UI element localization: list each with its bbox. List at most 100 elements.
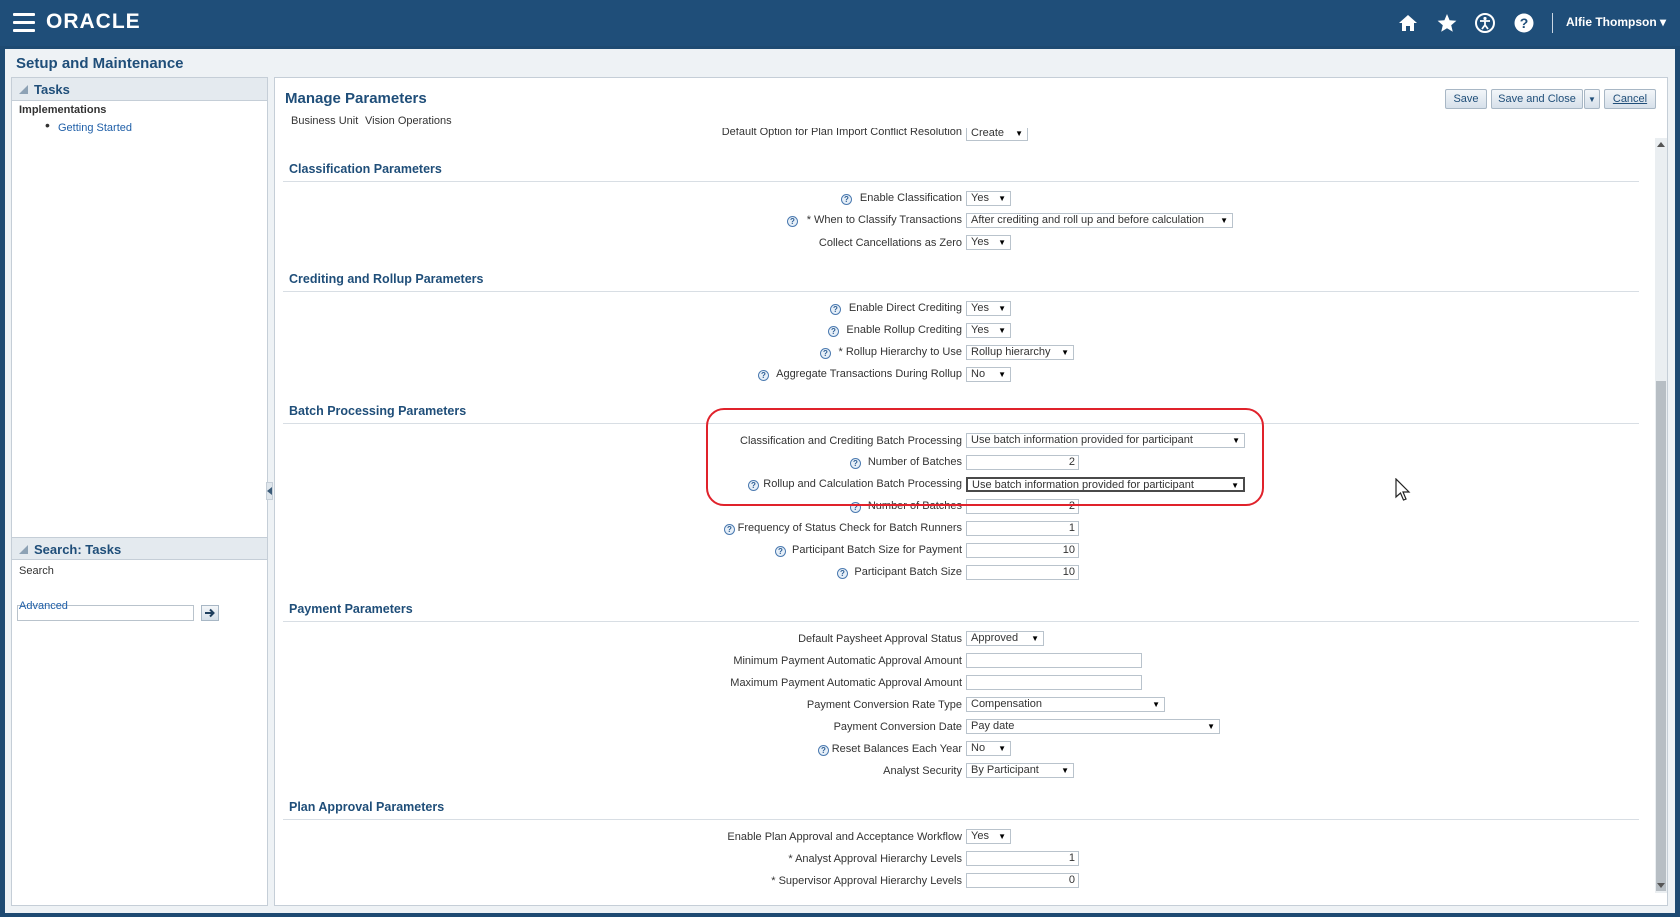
select-value: No [971,368,986,380]
svg-text:?: ? [1520,15,1529,31]
field-label: Enable Rollup Crediting [846,324,962,336]
field-label: * When to Classify Transactions [806,214,962,226]
field-label: Frequency of Status Check for Batch Runn… [737,522,962,534]
enable-rollup-crediting-select[interactable]: Yes ▼ [966,323,1011,338]
import-conflict-select[interactable]: Create ▼ [966,127,1028,141]
reset-balances-select[interactable]: No ▼ [966,741,1011,756]
dropdown-arrow-icon: ▼ [998,238,1006,247]
conversion-rate-type-select[interactable]: Compensation ▼ [966,697,1165,712]
analyst-security-select[interactable]: By Participant ▼ [966,763,1074,778]
help-icon[interactable]: ? [830,304,841,315]
section-title-crediting: Crediting and Rollup Parameters [289,272,484,286]
field-label: * Analyst Approval Hierarchy Levels [788,853,962,865]
user-menu[interactable]: Alfie Thompson ▾ [1566,15,1666,29]
min-approval-amount-input[interactable] [966,653,1142,668]
dropdown-arrow-icon: ▼ [998,194,1006,203]
analyst-hierarchy-levels-input[interactable]: 1 [966,851,1079,866]
select-value: Yes [971,324,989,336]
collect-cancellations-select[interactable]: Yes ▼ [966,235,1011,250]
section-divider [283,181,1639,182]
status-check-frequency-input[interactable]: 1 [966,521,1079,536]
field-label: Default Paysheet Approval Status [798,633,962,645]
save-options-dropdown[interactable]: ▼ [1584,89,1600,109]
enable-classification-select[interactable]: Yes ▼ [966,191,1011,206]
field-label: Payment Conversion Date [833,721,962,733]
save-button[interactable]: Save [1445,89,1487,109]
home-icon[interactable] [1397,12,1419,34]
select-value: Pay date [971,720,1015,732]
field-label: Participant Batch Size [854,566,962,578]
rollup-hierarchy-select[interactable]: Rollup hierarchy ▼ [966,345,1074,360]
when-to-classify-select[interactable]: After crediting and roll up and before c… [966,213,1233,228]
max-approval-amount-input[interactable] [966,675,1142,690]
field-label: Minimum Payment Automatic Approval Amoun… [733,655,962,667]
help-icon[interactable]: ? [724,524,735,535]
select-value: After crediting and roll up and before c… [971,214,1204,226]
select-value: Rollup hierarchy [971,346,1051,358]
select-value: Yes [971,192,989,204]
conversion-date-select[interactable]: Pay date ▼ [966,719,1220,734]
cancel-button[interactable]: Cancel [1604,89,1656,109]
tasks-title: Tasks [34,82,70,97]
paysheet-approval-status-select[interactable]: Approved ▼ [966,631,1044,646]
supervisor-hierarchy-levels-input[interactable]: 0 [966,873,1079,888]
help-icon[interactable]: ? [758,370,769,381]
dropdown-arrow-icon: ▼ [998,832,1006,841]
business-unit-value: Vision Operations [365,115,452,127]
help-icon[interactable]: ? [818,745,829,756]
enable-direct-crediting-select[interactable]: Yes ▼ [966,301,1011,316]
select-value: Create [971,127,1005,139]
help-icon[interactable]: ? [775,546,786,557]
chevron-down-icon: ▾ [1660,15,1667,29]
help-icon[interactable]: ? [837,568,848,579]
dropdown-arrow-icon: ▼ [1015,129,1023,138]
dropdown-arrow-icon: ▼ [1220,216,1228,225]
help-icon[interactable]: ? [841,194,852,205]
help-icon[interactable]: ? [828,326,839,337]
aggregate-transactions-select[interactable]: No ▼ [966,367,1011,382]
dropdown-arrow-icon: ▼ [1061,766,1069,775]
tasks-header[interactable]: Tasks [12,78,267,101]
dropdown-arrow-icon: ▼ [1061,348,1069,357]
section-divider [283,291,1639,292]
participant-batch-size-input[interactable]: 10 [966,565,1079,580]
header-separator [1552,13,1553,33]
section-title-classification: Classification Parameters [289,162,442,176]
section-divider [283,819,1639,820]
select-value: By Participant [971,764,1039,776]
oracle-logo[interactable]: ORACLE [46,10,141,34]
batch-size-payment-input[interactable]: 10 [966,543,1079,558]
select-value: Compensation [971,698,1042,710]
page-title: Setup and Maintenance [16,55,184,72]
select-value: No [971,742,986,754]
dropdown-arrow-icon: ▼ [998,304,1006,313]
field-label: Payment Conversion Rate Type [806,699,962,711]
help-icon[interactable]: ? [787,216,798,227]
field-label: Participant Batch Size for Payment [792,544,962,556]
field-label: * Rollup Hierarchy to Use [838,346,963,358]
help-icon[interactable]: ? [1513,12,1535,34]
favorites-star-icon[interactable] [1436,12,1458,34]
section-title-batch: Batch Processing Parameters [289,404,467,418]
collapse-triangle-icon[interactable] [19,85,28,94]
field-label: Analyst Security [883,765,962,777]
select-value: Yes [971,302,989,314]
plan-approval-workflow-select[interactable]: Yes ▼ [966,829,1011,844]
dropdown-arrow-icon: ▼ [1031,634,1039,643]
dropdown-arrow-icon: ▼ [1207,722,1215,731]
highlight-annotation [706,408,1264,506]
chevron-down-icon: ▼ [1588,95,1596,104]
save-and-close-button[interactable]: Save and Close [1491,89,1583,109]
select-value: Approved [971,632,1019,644]
select-value: Yes [971,236,989,248]
business-unit-label: Business Unit [291,115,359,127]
menu-icon[interactable] [13,13,35,33]
accessibility-icon[interactable] [1474,12,1496,34]
main-title: Manage Parameters [285,90,427,107]
dropdown-arrow-icon: ▼ [998,326,1006,335]
dropdown-arrow-icon: ▼ [998,370,1006,379]
select-value: Yes [971,830,989,842]
field-label: Aggregate Transactions During Rollup [776,368,962,380]
global-header: ORACLE ? Alfie Thompson ▾ [0,0,1680,46]
help-icon[interactable]: ? [820,348,831,359]
